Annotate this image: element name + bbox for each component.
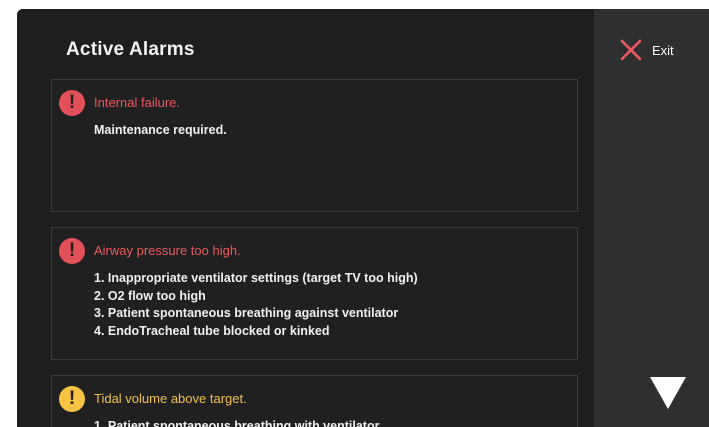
cause-item: 4. EndoTracheal tube blocked or kinked bbox=[94, 323, 330, 338]
alarm-detail: Maintenance required. bbox=[94, 123, 227, 137]
alarm-title: Tidal volume above target. bbox=[94, 391, 247, 406]
alarm-card[interactable]: ! Internal failure. Maintenance required… bbox=[51, 79, 578, 212]
exclamation-icon: ! bbox=[59, 386, 85, 412]
device-screen: Active Alarms ! Internal failure. Mainte… bbox=[17, 9, 709, 427]
page-title: Active Alarms bbox=[66, 39, 195, 60]
cause-item: 3. Patient spontaneous breathing against… bbox=[94, 306, 399, 320]
sidebar: Exit bbox=[594, 9, 709, 427]
alarm-card[interactable]: ! Tidal volume above target. 1. Patient … bbox=[51, 375, 578, 427]
alarm-title: Airway pressure too high. bbox=[94, 243, 241, 258]
cause-item: 1. Patient spontaneous breathing with ve… bbox=[94, 419, 380, 427]
exclamation-icon: ! bbox=[59, 90, 85, 116]
exclamation-icon: ! bbox=[59, 238, 85, 264]
alarm-panel: Active Alarms ! Internal failure. Mainte… bbox=[17, 9, 594, 427]
exit-button[interactable]: Exit bbox=[620, 39, 674, 61]
cause-item: 2. O2 flow too high bbox=[94, 288, 206, 303]
alarm-card[interactable]: ! Airway pressure too high. 1. Inappropr… bbox=[51, 227, 578, 360]
scroll-down-button[interactable] bbox=[650, 377, 686, 409]
close-icon bbox=[620, 39, 642, 61]
cause-list: 1. Inappropriate ventilator settings (ta… bbox=[94, 270, 418, 340]
cause-item: 1. Inappropriate ventilator settings (ta… bbox=[94, 271, 418, 285]
cause-list: 1. Patient spontaneous breathing with ve… bbox=[94, 418, 379, 427]
exit-label: Exit bbox=[652, 42, 674, 58]
alarm-title: Internal failure. bbox=[94, 95, 180, 110]
triangle-down-icon bbox=[650, 377, 686, 409]
